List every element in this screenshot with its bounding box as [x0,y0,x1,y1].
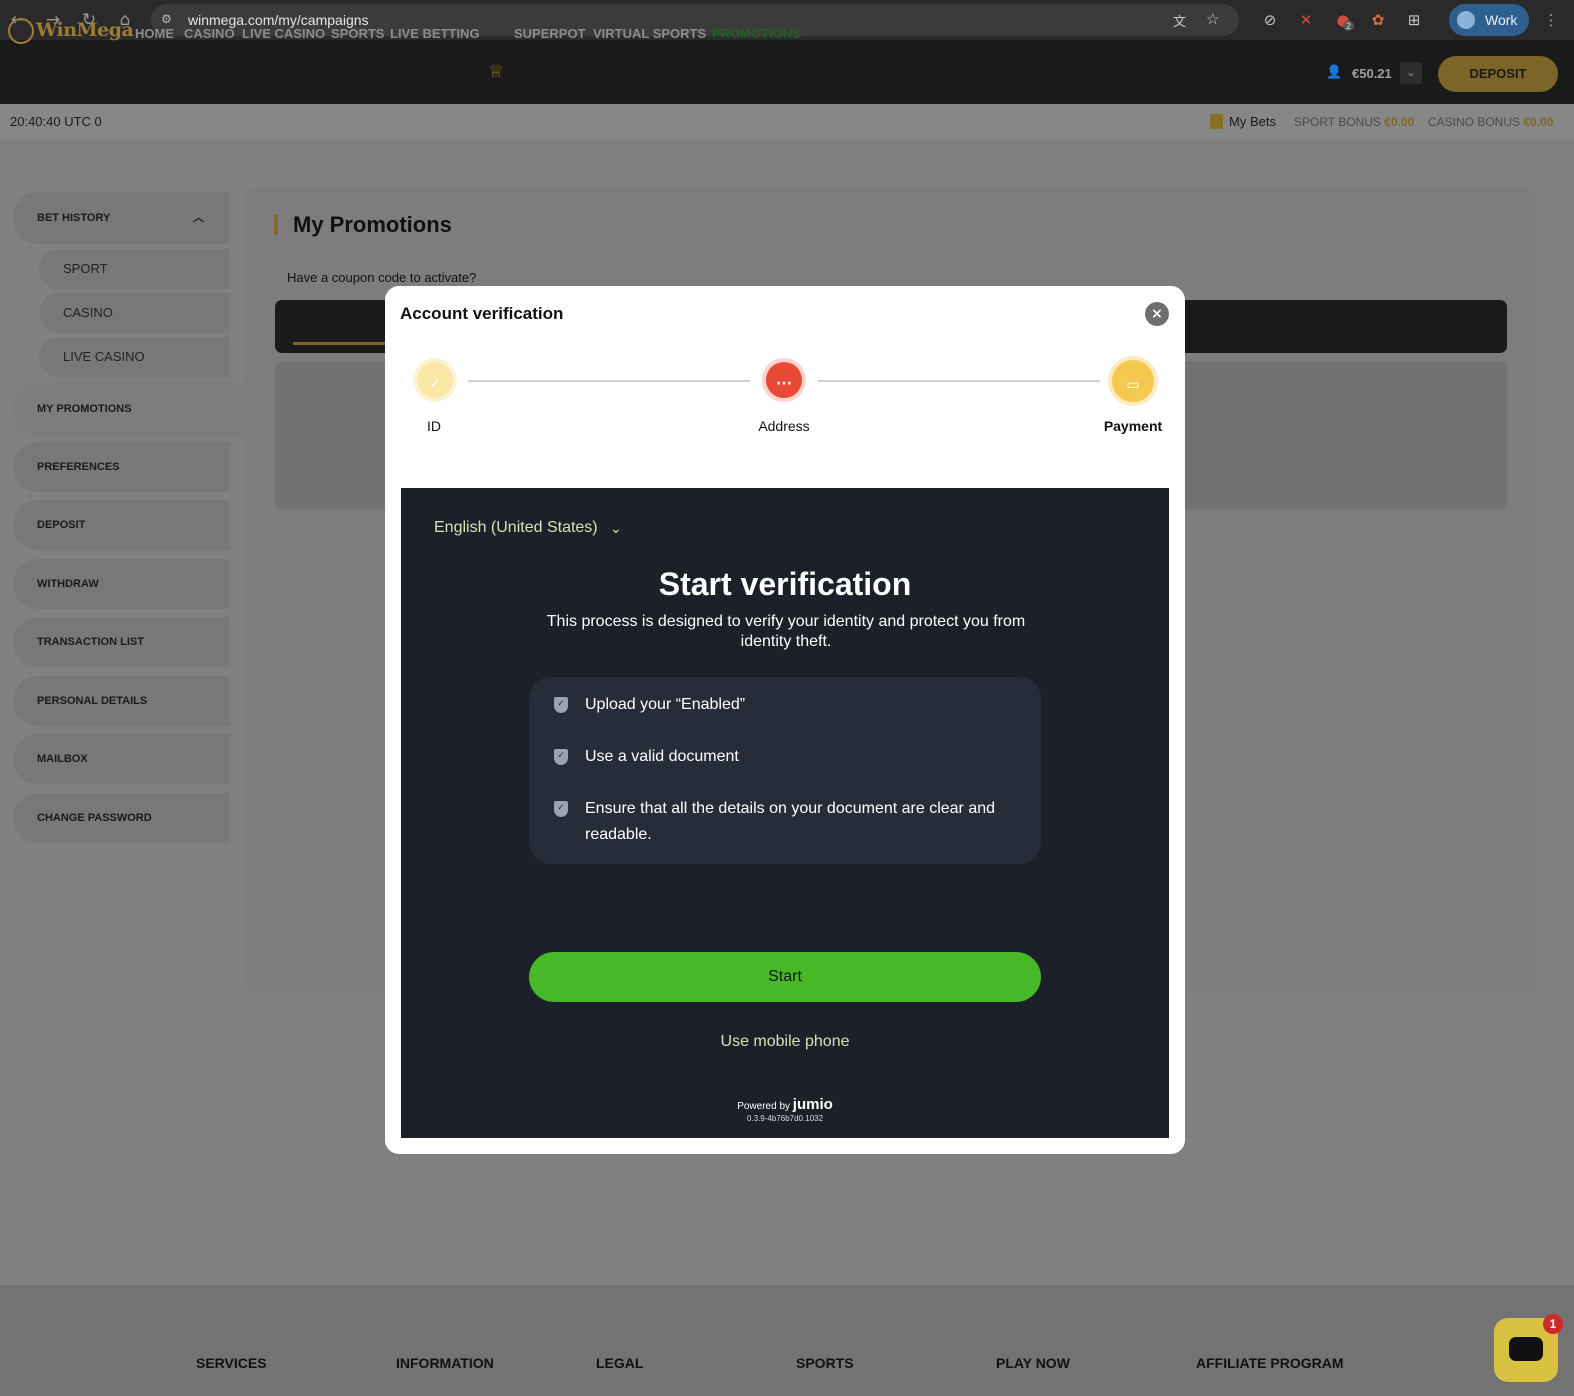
checklist-item: Ensure that all the details on your docu… [585,800,996,843]
sidebar-item-personal-details[interactable]: PERSONAL DETAILS [13,676,230,726]
deposit-button[interactable]: DEPOSIT [1438,56,1558,92]
user-icon[interactable]: 👤 [1326,66,1342,80]
chevron-down-icon[interactable]: ⌄ [610,521,622,537]
casino-bonus-value: €0.00 [1523,115,1554,129]
nav-home[interactable]: HOME [135,26,174,41]
sport-bonus-value: €0.00 [1384,115,1415,129]
card-icon: ▭ [1108,356,1158,406]
fox-extension-icon[interactable]: ✿ [1368,10,1388,30]
capture-extension-icon[interactable]: ✕ [1296,10,1316,30]
step-label-address: Address [758,418,810,434]
chevron-up-icon: ︿ [193,211,204,224]
jumio-logo: jumio [792,1096,833,1113]
avatar [1457,11,1475,29]
sidebar-item-mailbox[interactable]: MAILBOX [13,734,230,784]
powered-by: Powered by jumio [401,1096,1169,1113]
footer-legal[interactable]: LEGAL [596,1355,643,1371]
checklist-item: Upload your “Enabled” [585,696,746,713]
footer-play-now[interactable]: PLAY NOW [996,1355,1070,1371]
extension-badge: 2 [1343,21,1355,31]
profile-label: Work [1485,12,1518,28]
start-button[interactable]: Start [529,952,1041,1002]
powered-by-label: Powered by [737,1101,791,1112]
sidebar-subitem-live-casino[interactable]: LIVE CASINO [39,337,230,377]
casino-bonus: CASINO BONUS €0.00 [1428,115,1553,129]
step-connector [818,380,1100,382]
close-icon[interactable]: × [1145,302,1169,326]
extensions-puzzle-icon[interactable]: ⊞ [1404,10,1424,30]
footer-affiliate-program[interactable]: AFFILIATE PROGRAM [1196,1355,1344,1371]
sidebar-item-transaction-list[interactable]: TRANSACTION LIST [13,617,230,667]
step-connector [468,380,750,382]
nav-live-betting[interactable]: LIVE BETTING [390,26,480,41]
sidebar-item-my-promotions[interactable]: MY PROMOTIONS [13,382,245,436]
logo-emblem-icon [8,18,34,44]
sport-bonus-label: SPORT BONUS [1294,115,1381,129]
title-accent [274,215,278,235]
verification-heading: Start verification [658,566,912,602]
sport-bonus: SPORT BONUS €0.00 [1294,115,1414,129]
shield-check-icon: ✓ [554,697,568,713]
menu-kebab-icon[interactable]: ⋮ [1541,10,1561,30]
step-label-id: ID [427,418,441,434]
my-bets-link[interactable]: My Bets [1229,114,1276,129]
nav-casino[interactable]: CASINO [184,26,235,41]
profile-button[interactable]: Work [1449,4,1529,36]
verification-description: This process is designed to verify your … [546,613,1026,650]
ellipsis-icon: ··· [762,358,806,402]
nav-superpot[interactable]: SUPERPOT [514,26,586,41]
chevron-down-icon[interactable]: ⌄ [1400,62,1422,84]
language-select[interactable]: English (United States) [434,519,598,537]
sidebar-subitem-casino[interactable]: CASINO [39,293,230,333]
sidebar-item-deposit[interactable]: DEPOSIT [13,500,230,550]
balance-value[interactable]: €50.21 [1352,66,1392,81]
check-icon: ✓ [413,358,457,402]
sidebar-item-label: BET HISTORY [37,212,111,224]
site-footer [0,1285,1574,1396]
nav-promotions[interactable]: PROMOTIONS [712,26,801,41]
footer-services[interactable]: SERVICES [196,1355,267,1371]
footer-information[interactable]: INFORMATION [396,1355,494,1371]
sidebar-item-bet-history[interactable]: BET HISTORY ︿ [13,192,230,244]
sidebar-item-preferences[interactable]: PREFERENCES [13,442,230,492]
sidebar-item-withdraw[interactable]: WITHDRAW [13,559,230,609]
nav-sports[interactable]: SPORTS [331,26,384,41]
sidebar-subitem-sport[interactable]: SPORT [39,249,230,289]
footer-sports[interactable]: SPORTS [796,1355,854,1371]
version-text: 0.3.9-4b76b7d0.1032 [746,1114,824,1123]
casino-bonus-label: CASINO BONUS [1428,115,1521,129]
coupon-underline [293,342,393,345]
page-title: My Promotions [293,212,452,237]
shield-check-icon: ✓ [554,749,568,765]
sidebar-item-change-password[interactable]: CHANGE PASSWORD [13,793,230,843]
coupon-prompt: Have a coupon code to activate? [287,270,477,285]
step-label-payment: Payment [1103,418,1163,434]
shield-check-icon: ✓ [554,801,568,817]
chat-icon [1509,1337,1543,1361]
use-mobile-phone-link[interactable]: Use mobile phone [401,1033,1169,1051]
logo-text: WinMega [36,19,134,41]
trophy-icon: ♕ [488,61,505,82]
bookmark-star-icon[interactable]: ☆ [1206,10,1224,28]
link-extension-icon[interactable]: ⊘ [1260,10,1280,30]
translate-icon[interactable]: 文 [1173,11,1191,30]
site-logo[interactable]: WinMega [8,18,134,46]
nav-virtual-sports[interactable]: VIRTUAL SPORTS [593,26,706,41]
chat-badge: 1 [1543,1314,1563,1334]
clock: 20:40:40 UTC 0 [10,114,102,129]
checklist-item: Use a valid document [585,748,739,765]
bet-slip-icon[interactable] [1210,114,1223,129]
modal-title: Account verification [400,304,564,323]
nav-live-casino[interactable]: LIVE CASINO [242,26,325,41]
